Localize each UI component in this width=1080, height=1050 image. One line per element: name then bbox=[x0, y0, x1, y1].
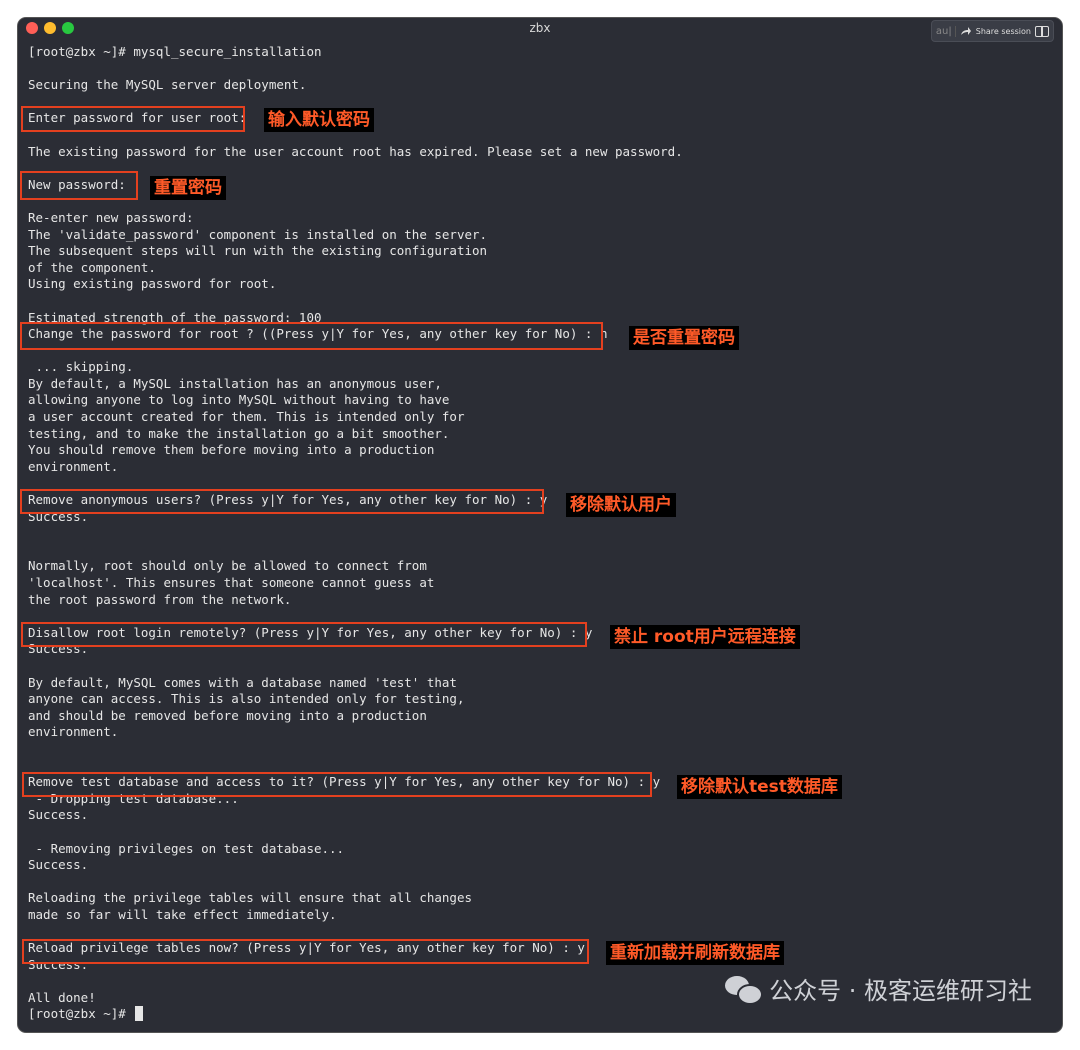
terminal-line-text: ... skipping. bbox=[28, 359, 134, 375]
terminal-line-text: The 'validate_password' component is ins… bbox=[28, 226, 488, 242]
annotation-disallow-root-remote: 禁止 root用户远程连接 bbox=[610, 625, 800, 649]
terminal-line: Securing the MySQL server deployment. bbox=[28, 77, 683, 94]
terminal-line: Success. bbox=[28, 857, 683, 874]
terminal-line: [root@zbx ~]# mysql_secure_installation bbox=[28, 44, 683, 61]
terminal-line-text: By default, a MySQL installation has an … bbox=[28, 375, 442, 391]
highlight-remove-anonymous bbox=[20, 489, 544, 514]
terminal-line: allowing anyone to log into MySQL withou… bbox=[28, 392, 683, 409]
terminal-line-text: Reloading the privilege tables will ensu… bbox=[28, 890, 473, 906]
terminal-line: 'localhost'. This ensures that someone c… bbox=[28, 575, 683, 592]
terminal-line: environment. bbox=[28, 724, 683, 741]
watermark: 公众号 · 极客运维研习社 bbox=[725, 971, 1032, 1006]
terminal-line: ... skipping. bbox=[28, 359, 683, 376]
terminal-line-text: a user account created for them. This is… bbox=[28, 409, 465, 425]
highlight-new-password bbox=[20, 171, 138, 200]
terminal-line: Re-enter new password: bbox=[28, 210, 683, 227]
terminal-line: anyone can access. This is also intended… bbox=[28, 691, 683, 708]
terminal-line-text: All done! bbox=[28, 989, 96, 1005]
share-session-button[interactable]: au| Share session bbox=[930, 20, 1054, 42]
terminal-line: The subsequent steps will run with the e… bbox=[28, 243, 683, 260]
terminal-line: a user account created for them. This is… bbox=[28, 409, 683, 426]
terminal-line-text: The existing password for the user accou… bbox=[28, 143, 683, 159]
terminal-line-text: Securing the MySQL server deployment. bbox=[28, 77, 307, 93]
wechat-logo-icon bbox=[725, 974, 764, 1005]
terminal-line-text: Success. bbox=[28, 857, 89, 873]
terminal-line: - Removing privileges on test database..… bbox=[28, 841, 683, 858]
terminal-line: environment. bbox=[28, 459, 683, 476]
annotation-reset-password: 重置密码 bbox=[150, 176, 226, 200]
highlight-disallow-root bbox=[21, 622, 587, 647]
highlight-remove-test-db bbox=[22, 772, 652, 797]
share-session-label: Share session bbox=[975, 26, 1031, 36]
terminal-line-text: - Removing privileges on test database..… bbox=[28, 840, 345, 856]
share-arrow-icon bbox=[960, 27, 971, 35]
terminal-line-text: Success. bbox=[28, 807, 89, 823]
terminal-line-text: allowing anyone to log into MySQL withou… bbox=[28, 392, 450, 408]
terminal-line: You should remove them before moving int… bbox=[28, 442, 683, 459]
highlight-change-password bbox=[20, 322, 603, 350]
terminal-line: [root@zbx ~]# bbox=[28, 1006, 683, 1023]
terminal-line: Using existing password for root. bbox=[28, 276, 683, 293]
terminal-line: made so far will take effect immediately… bbox=[28, 907, 683, 924]
terminal-line-text: environment. bbox=[28, 724, 119, 740]
terminal-line: By default, a MySQL installation has an … bbox=[28, 376, 683, 393]
annotation-remove-default-user: 移除默认用户 bbox=[566, 493, 676, 517]
terminal-line: the root password from the network. bbox=[28, 592, 683, 609]
terminal-line-text: The subsequent steps will run with the e… bbox=[28, 243, 488, 259]
annotation-enter-default-password: 输入默认密码 bbox=[264, 108, 374, 132]
terminal-line-text: [root@zbx ~]# mysql_secure_installation bbox=[28, 44, 322, 59]
terminal-line: All done! bbox=[28, 990, 683, 1007]
watermark-text: 公众号 · 极客运维研习社 bbox=[769, 977, 1032, 1005]
terminal-line: The existing password for the user accou… bbox=[28, 144, 683, 161]
terminal-line-text: of the component. bbox=[28, 259, 156, 275]
terminal-line: The 'validate_password' component is ins… bbox=[28, 227, 683, 244]
terminal-line-text: anyone can access. This is also intended… bbox=[28, 691, 465, 707]
terminal-line: Success. bbox=[28, 807, 683, 824]
terminal-line: and should be removed before moving into… bbox=[28, 708, 683, 725]
window-title: zbx bbox=[529, 21, 551, 35]
terminal-line-text: By default, MySQL comes with a database … bbox=[28, 674, 457, 690]
terminal-line: Reloading the privilege tables will ensu… bbox=[28, 890, 683, 907]
terminal-line-text: Normally, root should only be allowed to… bbox=[28, 558, 427, 574]
au-indicator: au| bbox=[936, 25, 956, 37]
annotation-reload-refresh-db: 重新加载并刷新数据库 bbox=[606, 941, 784, 965]
terminal-line-text: [root@zbx ~]# bbox=[28, 1006, 134, 1022]
highlight-reload-privileges bbox=[22, 939, 589, 964]
sidebar-toggle-icon[interactable] bbox=[1035, 25, 1049, 37]
terminal-line-text: and should be removed before moving into… bbox=[28, 707, 427, 723]
terminal-line: testing, and to make the installation go… bbox=[28, 426, 683, 443]
terminal-line-text: made so far will take effect immediately… bbox=[28, 906, 337, 922]
highlight-enter-password bbox=[21, 106, 245, 132]
terminal-line: Normally, root should only be allowed to… bbox=[28, 558, 683, 575]
terminal-line-text: 'localhost'. This ensures that someone c… bbox=[28, 575, 435, 590]
terminal-line-text: environment. bbox=[28, 458, 119, 474]
annotation-whether-reset-password: 是否重置密码 bbox=[629, 326, 739, 350]
terminal-line: By default, MySQL comes with a database … bbox=[28, 675, 683, 692]
terminal-line-text: the root password from the network. bbox=[28, 591, 292, 607]
terminal-line: of the component. bbox=[28, 260, 683, 277]
title-bar: zbx au| Share session bbox=[18, 18, 1062, 42]
terminal-window: zbx au| Share session [root@zbx ~]# mysq… bbox=[18, 18, 1062, 1032]
terminal-line-text: You should remove them before moving int… bbox=[28, 442, 435, 458]
terminal-line-text: testing, and to make the installation go… bbox=[28, 425, 450, 441]
terminal-line-text: Using existing password for root. bbox=[28, 276, 277, 292]
cursor-block bbox=[135, 1006, 144, 1022]
terminal-line-text: Re-enter new password: bbox=[28, 209, 194, 225]
annotation-remove-test-db: 移除默认test数据库 bbox=[677, 775, 842, 799]
